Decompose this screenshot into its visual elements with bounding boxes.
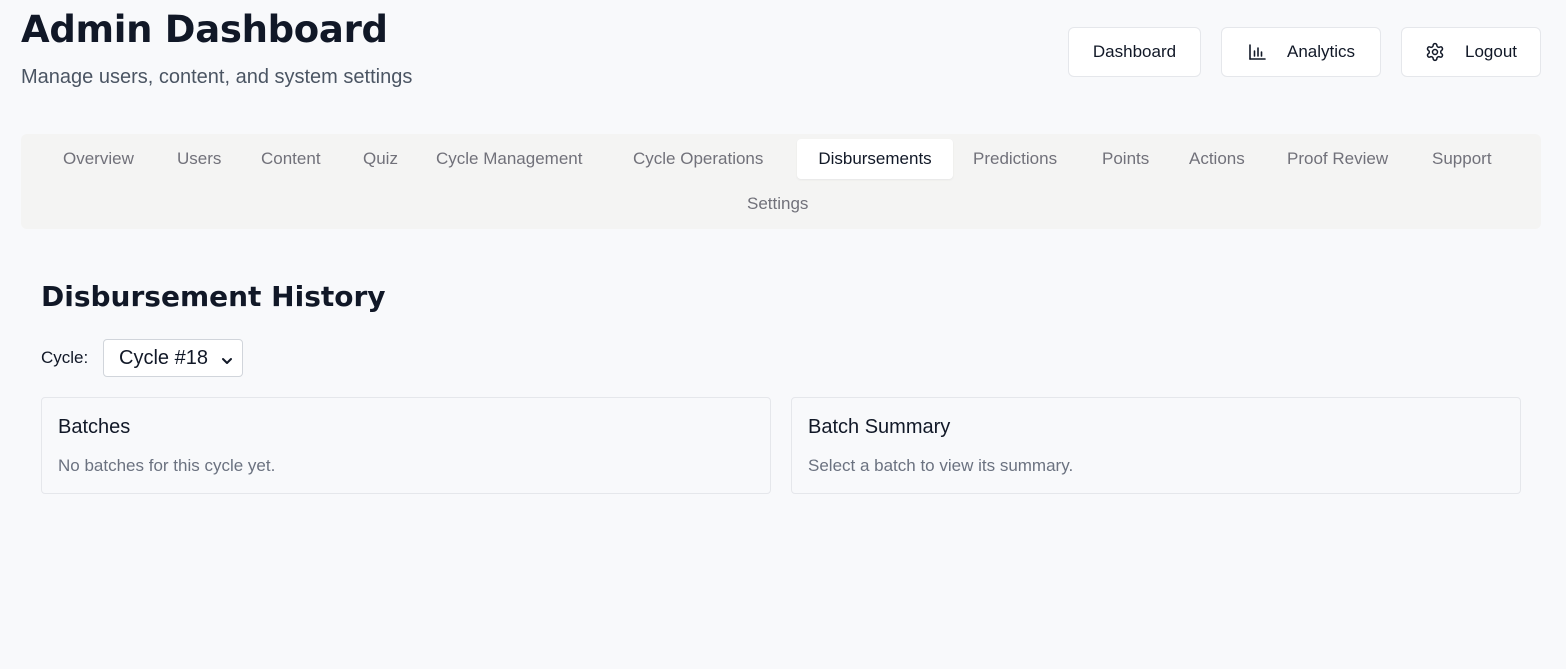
batch-summary-card: Batch Summary Select a batch to view its… — [791, 397, 1521, 494]
cycle-select-value: Cycle #18 — [119, 346, 208, 369]
tab-content[interactable]: Content — [246, 139, 336, 179]
tab-disbursements[interactable]: Disbursements — [797, 139, 953, 179]
chevron-down-icon — [220, 351, 234, 365]
dashboard-button-label: Dashboard — [1092, 42, 1177, 61]
batches-empty-text: No batches for this cycle yet. — [58, 456, 276, 475]
tab-cycle-management[interactable]: Cycle Management — [421, 139, 597, 179]
tab-users[interactable]: Users — [162, 139, 236, 179]
page-title: Admin Dashboard — [21, 8, 388, 51]
dashboard-button[interactable]: Dashboard — [1068, 27, 1201, 77]
tab-support[interactable]: Support — [1417, 139, 1507, 179]
tab-settings[interactable]: Settings — [732, 184, 823, 224]
batches-title: Batches — [58, 416, 131, 438]
logout-button[interactable]: Logout — [1401, 27, 1541, 77]
tab-bar: Overview Users Content Quiz Cycle Manage… — [21, 134, 1541, 229]
gear-icon — [1425, 42, 1445, 62]
tab-overview[interactable]: Overview — [48, 139, 149, 179]
tab-points[interactable]: Points — [1087, 139, 1164, 179]
tab-proof-review[interactable]: Proof Review — [1272, 139, 1403, 179]
tab-cycle-operations[interactable]: Cycle Operations — [618, 139, 778, 179]
batches-card: Batches No batches for this cycle yet. — [41, 397, 771, 494]
analytics-button[interactable]: Analytics — [1221, 27, 1381, 77]
page-subtitle: Manage users, content, and system settin… — [21, 66, 413, 88]
tab-actions[interactable]: Actions — [1174, 139, 1260, 179]
cycle-label: Cycle: — [41, 348, 89, 367]
tab-predictions[interactable]: Predictions — [958, 139, 1072, 179]
batch-summary-title: Batch Summary — [808, 416, 951, 438]
tab-quiz[interactable]: Quiz — [348, 139, 413, 179]
batch-summary-empty-text: Select a batch to view its summary. — [808, 456, 1074, 475]
cycle-select[interactable]: Cycle #18 — [103, 339, 243, 377]
section-title: Disbursement History — [41, 280, 386, 313]
logout-button-label: Logout — [1465, 42, 1517, 61]
analytics-button-label: Analytics — [1286, 42, 1356, 61]
bar-chart-icon — [1247, 42, 1267, 62]
